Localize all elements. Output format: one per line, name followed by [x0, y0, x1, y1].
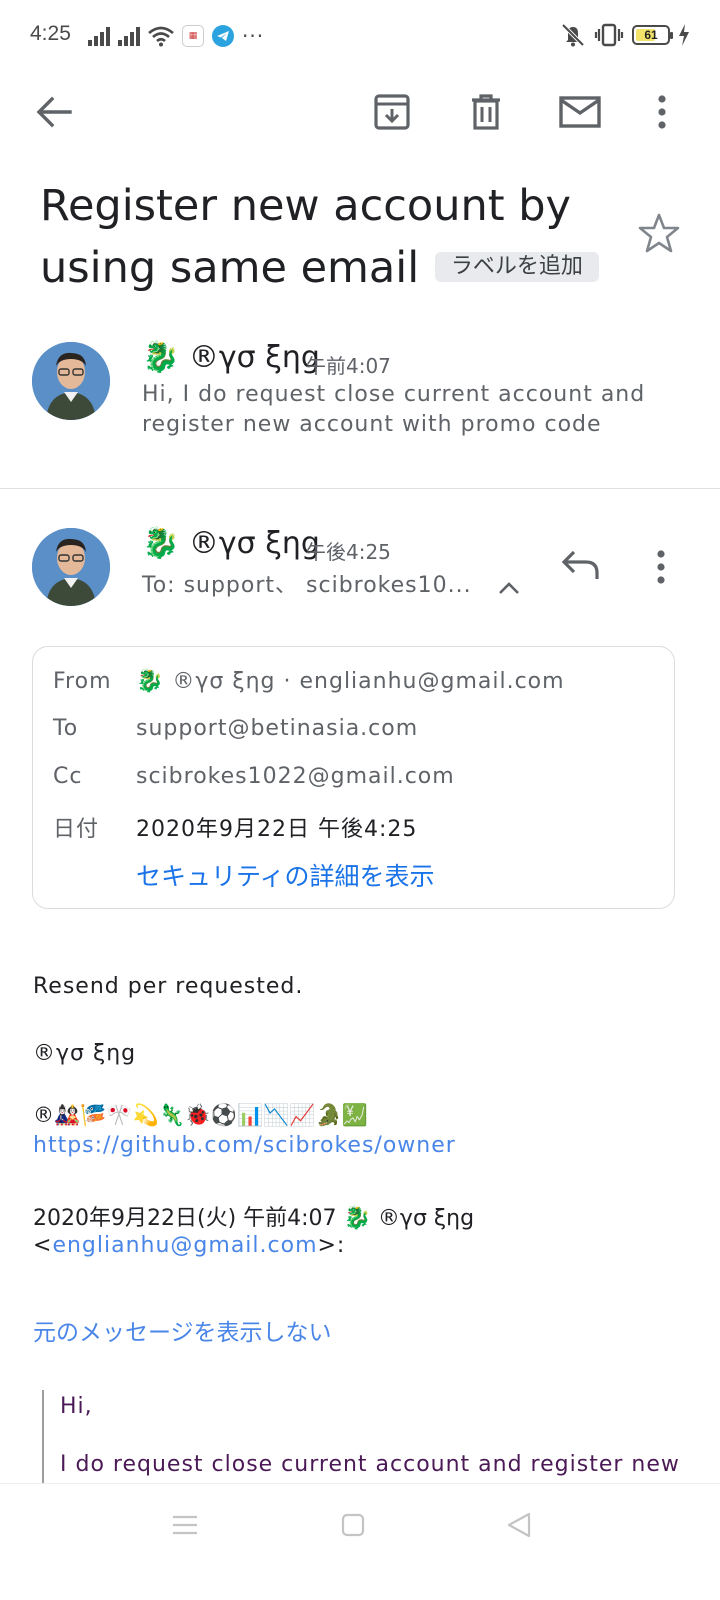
- mark-unread-button[interactable]: [558, 90, 602, 134]
- message-snippet-line-1[interactable]: Hi, I do request close current account a…: [142, 380, 645, 410]
- message-time: 午前4:07: [306, 354, 391, 378]
- signal-icon: [88, 26, 110, 46]
- system-navigation-bar: [0, 1483, 720, 1600]
- back-nav-button[interactable]: [506, 1512, 532, 1542]
- status-bar: 4:25 ▦ ··· 61: [0, 0, 720, 70]
- arrow-back-icon: [36, 96, 72, 128]
- mute-icon: [561, 23, 585, 47]
- overflow-menu-button[interactable]: [640, 90, 684, 134]
- message-more-button[interactable]: [656, 550, 666, 588]
- home-square-icon: [341, 1513, 365, 1537]
- reply-icon: [561, 550, 599, 579]
- back-triangle-icon: [507, 1512, 531, 1538]
- to-value: support@betinasia.com: [136, 716, 419, 741]
- to-label: To: [53, 716, 79, 741]
- subject-line-2: using same email: [40, 243, 420, 293]
- sender-name: 🐉 ®γσ ξηg: [142, 340, 320, 375]
- archive-button[interactable]: [370, 90, 414, 134]
- quote-bar: [42, 1390, 44, 1490]
- security-details-link[interactable]: セキュリティの詳細を表示: [136, 857, 435, 893]
- message-details-card: From 🐉 ®γσ ξηg · englianhu@gmail.com To …: [32, 646, 675, 909]
- quoted-line-1: Hi,: [60, 1394, 93, 1419]
- wifi-icon: [148, 26, 174, 47]
- back-button[interactable]: [32, 90, 76, 134]
- quote-header: 2020年9月22日(火) 午前4:07 🐉 ®γσ ξηg: [33, 1206, 475, 1231]
- from-value: 🐉 ®γσ ξηg · englianhu@gmail.com: [136, 669, 565, 694]
- github-link[interactable]: https://github.com/scibrokes/owner: [33, 1133, 456, 1158]
- home-nav-button[interactable]: [341, 1513, 365, 1541]
- status-time: 4:25: [30, 22, 71, 45]
- mail-icon: [559, 96, 601, 128]
- more-notifications-icon: ···: [242, 24, 265, 48]
- vibrate-icon: [594, 23, 624, 47]
- archive-icon: [374, 94, 410, 130]
- cc-label: Cc: [53, 764, 83, 789]
- quote-email-line: <englianhu@gmail.com>:: [33, 1233, 345, 1258]
- cc-value: scibrokes1022@gmail.com: [136, 764, 455, 789]
- email-subject: Register new account by using same email…: [40, 175, 620, 299]
- status-left-icons: ▦ ···: [88, 24, 264, 48]
- body-line-1: Resend per requested.: [33, 974, 304, 999]
- charging-icon: [679, 24, 689, 46]
- delete-button[interactable]: [464, 90, 508, 134]
- body-emoji-line: ®🎎🎏🎌💫🦎🐞⚽📊📉📈🐊💹: [33, 1103, 368, 1127]
- news-app-icon: ▦: [182, 25, 204, 47]
- menu-nav-button[interactable]: [172, 1514, 198, 1540]
- collapse-details-button[interactable]: [498, 580, 520, 599]
- add-label-chip[interactable]: ラベルを追加: [434, 251, 599, 282]
- trash-icon: [472, 94, 500, 130]
- body-signature-name: ®γσ ξηg: [33, 1041, 137, 1066]
- reply-button[interactable]: [560, 548, 600, 586]
- sender-name: 🐉 ®γσ ξηg: [142, 526, 320, 561]
- quote-email-open: <: [33, 1233, 53, 1258]
- date-value: 2020年9月22日 午後4:25: [136, 817, 418, 842]
- status-right-icons: 61: [560, 22, 690, 48]
- message-divider: [0, 488, 720, 489]
- signal-icon-2: [118, 26, 140, 46]
- telegram-icon: [212, 25, 234, 47]
- subject-line-1: Register new account by: [40, 181, 571, 231]
- star-button[interactable]: [638, 212, 680, 254]
- battery-icon: 61: [632, 25, 673, 45]
- more-vert-icon: [658, 95, 666, 129]
- star-icon: [638, 213, 680, 253]
- quote-email-close: >:: [317, 1233, 346, 1258]
- quoted-line-2: I do request close current account and r…: [60, 1452, 680, 1477]
- quote-email-link[interactable]: englianhu@gmail.com: [52, 1233, 317, 1258]
- sender-avatar[interactable]: [32, 342, 110, 420]
- from-label: From: [53, 669, 112, 694]
- hide-original-link[interactable]: 元のメッセージを表示しない: [33, 1313, 332, 1347]
- menu-icon: [173, 1515, 197, 1535]
- chevron-up-icon: [499, 582, 519, 594]
- recipients-line[interactable]: To: support、 scibrokes10...: [142, 571, 472, 601]
- more-vert-icon: [657, 550, 665, 584]
- battery-level: 61: [644, 28, 658, 42]
- top-app-bar: [0, 70, 720, 150]
- message-snippet-line-2[interactable]: register new account with promo code: [142, 410, 602, 440]
- date-label: 日付: [53, 817, 100, 842]
- message-time: 午後4:25: [306, 540, 391, 564]
- sender-avatar[interactable]: [32, 528, 110, 606]
